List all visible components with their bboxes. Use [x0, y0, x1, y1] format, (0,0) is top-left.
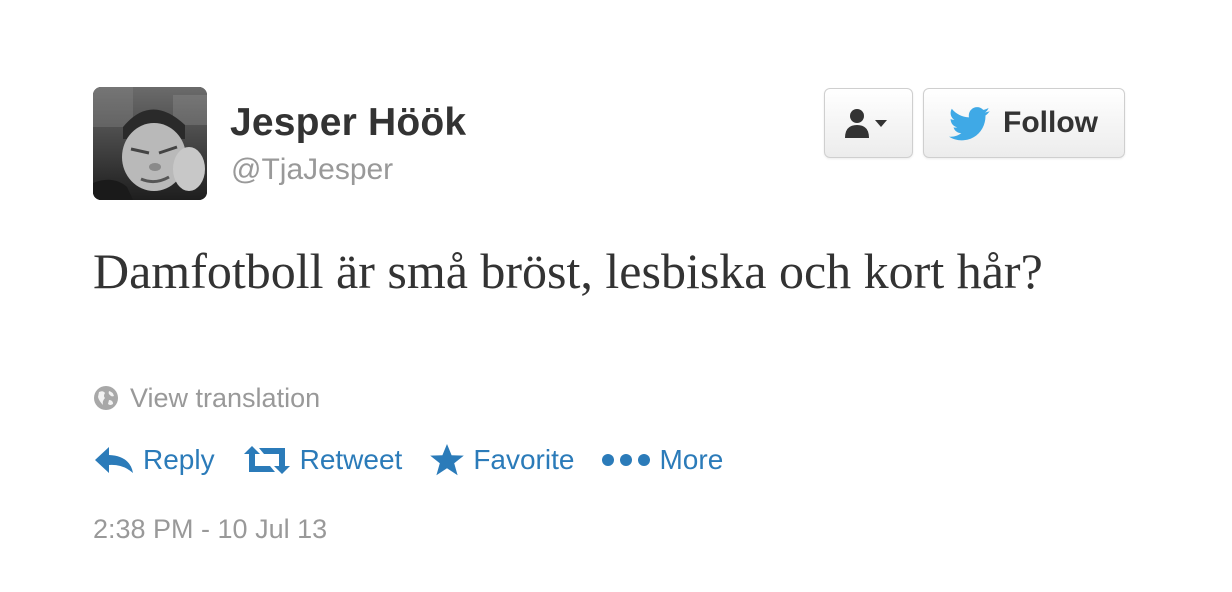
display-name[interactable]: Jesper Höök	[230, 101, 466, 145]
screen-name[interactable]: @TjaJesper	[231, 153, 393, 187]
globe-icon	[94, 386, 118, 410]
retweet-icon	[243, 446, 290, 474]
tweet-text: Damfotboll är små bröst, lesbiska och ko…	[93, 243, 1043, 299]
tweet-card: Jesper Höök @TjaJesper Follow Damfotboll…	[0, 0, 1232, 592]
follow-button[interactable]: Follow	[923, 88, 1125, 158]
favorite-button[interactable]: Favorite	[429, 443, 574, 477]
user-actions-button[interactable]	[824, 88, 913, 158]
retweet-label: Retweet	[299, 444, 403, 475]
avatar[interactable]	[93, 87, 207, 200]
view-translation-label: View translation	[130, 382, 321, 413]
favorite-label: Favorite	[473, 444, 575, 475]
more-dots-icon	[602, 454, 651, 466]
user-dropdown-icon	[845, 109, 887, 138]
retweet-button[interactable]: Retweet	[242, 444, 403, 476]
more-button[interactable]: More	[601, 444, 723, 476]
reply-icon	[95, 447, 133, 473]
reply-button[interactable]: Reply	[93, 444, 215, 476]
view-translation-link[interactable]: View translation	[93, 381, 320, 415]
reply-label: Reply	[143, 444, 215, 475]
timestamp[interactable]: 2:38 PM - 10 Jul 13	[93, 514, 327, 545]
star-icon	[430, 444, 465, 476]
twitter-bird-icon	[949, 107, 990, 141]
follow-label: Follow	[1003, 106, 1098, 139]
tweet-actions: Reply Retweet Favorite More	[93, 440, 750, 480]
more-label: More	[659, 444, 724, 475]
